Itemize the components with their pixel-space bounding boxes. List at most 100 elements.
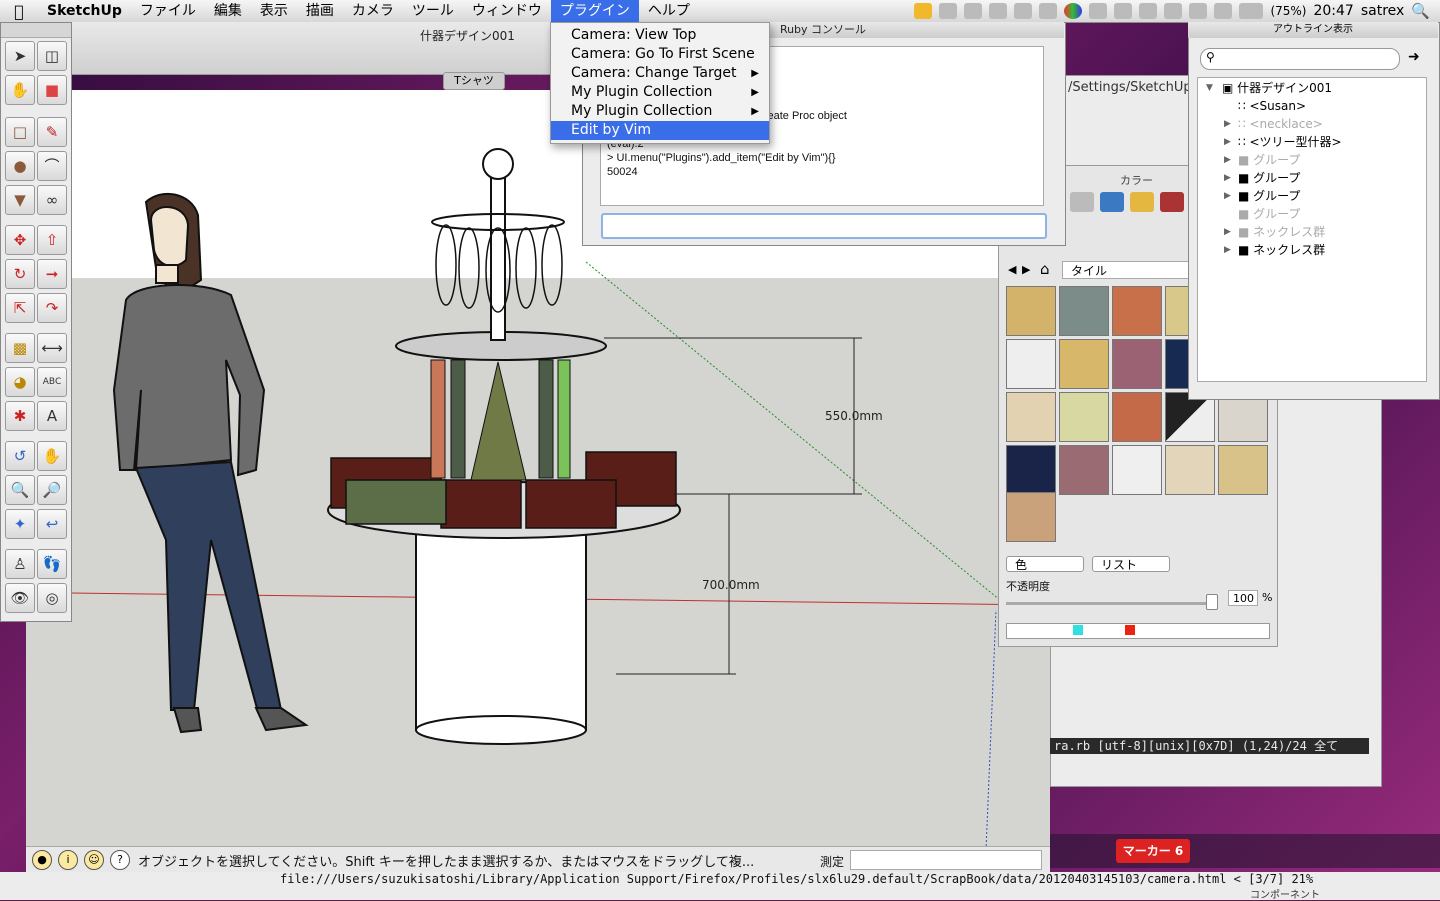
tree-row-tree-fixture[interactable]: ∷ <ツリー型什器> <box>1238 134 1342 150</box>
menu-window[interactable]: ウィンドウ <box>463 0 551 22</box>
sync-icon[interactable] <box>1114 3 1133 19</box>
warning-icon[interactable] <box>914 3 933 19</box>
tree-row-group[interactable]: ■ グループ <box>1238 188 1300 204</box>
color-mode-select[interactable]: 色 <box>1006 556 1084 572</box>
paint-bucket-icon[interactable]: ✋ <box>5 75 35 105</box>
figure-susan[interactable] <box>112 193 309 734</box>
swatch[interactable] <box>1006 392 1056 442</box>
scene-tab[interactable]: Tシャツ <box>443 72 505 90</box>
axes-tool-icon[interactable]: ✱ <box>5 401 35 431</box>
rotate-tool-icon[interactable]: ↻ <box>5 259 35 289</box>
look-around-icon[interactable]: 👁 <box>5 583 35 613</box>
make-component-icon[interactable]: ◫ <box>37 41 67 71</box>
scale-tool-icon[interactable]: ⇱ <box>5 293 35 323</box>
recent-colors[interactable] <box>1006 623 1270 639</box>
swatch[interactable] <box>1006 492 1056 542</box>
color-wheel-icon[interactable] <box>1070 192 1094 212</box>
protractor-icon[interactable]: ◕ <box>5 367 35 397</box>
dimension-upper-label[interactable]: 550.0mm <box>825 409 883 423</box>
opacity-input[interactable]: 100 <box>1228 590 1258 606</box>
follow-me-icon[interactable]: ➞ <box>37 259 67 289</box>
opacity-slider-track[interactable] <box>1006 602 1216 605</box>
zoom-icon[interactable]: 🔍 <box>5 475 35 505</box>
collapsed-triangle-icon[interactable]: ▶ <box>1224 119 1231 129</box>
bluetooth-icon[interactable] <box>1189 3 1208 19</box>
rectangle-tool-icon[interactable]: □ <box>5 117 35 147</box>
select-tool-icon[interactable]: ➤ <box>5 41 35 71</box>
arc-tool-icon[interactable]: ⌒ <box>37 151 67 181</box>
dimension-tool-icon[interactable]: ⟷ <box>37 333 67 363</box>
collapsed-triangle-icon[interactable]: ▶ <box>1224 227 1231 237</box>
menu-help[interactable]: ヘルプ <box>639 0 699 22</box>
orbit-icon[interactable]: ↺ <box>5 441 35 471</box>
walk-icon[interactable]: 👣 <box>37 549 67 579</box>
color-picker-icon[interactable] <box>1064 3 1083 19</box>
previous-view-icon[interactable]: ↩ <box>37 509 67 539</box>
tree-row-susan[interactable]: ∷ <Susan> <box>1238 98 1306 114</box>
collapsed-triangle-icon[interactable]: ▶ <box>1224 245 1231 255</box>
image-icon[interactable] <box>1100 192 1124 212</box>
menu-item-camera-view-top[interactable]: Camera: View Top <box>551 26 769 45</box>
push-pull-icon[interactable]: ⇧ <box>37 225 67 255</box>
pan-hand-icon[interactable]: ✋ <box>37 441 67 471</box>
opacity-slider-knob[interactable] <box>1206 594 1218 610</box>
home-icon[interactable]: ⌂ <box>1040 260 1050 278</box>
tape-measure-icon[interactable]: ▩ <box>5 333 35 363</box>
section-plane-icon[interactable]: ◎ <box>37 583 67 613</box>
spotlight-icon[interactable]: 🔍 <box>1411 2 1430 20</box>
swatch[interactable] <box>1059 339 1109 389</box>
swatch[interactable] <box>1112 286 1162 336</box>
brick-icon[interactable] <box>1160 192 1184 212</box>
outliner-title[interactable]: アウトライン表示 <box>1188 22 1438 38</box>
swatch[interactable] <box>1059 445 1109 495</box>
wifi-icon[interactable] <box>1214 3 1233 19</box>
polygon-tool-icon[interactable]: ▼ <box>5 185 35 215</box>
menu-camera[interactable]: カメラ <box>343 0 403 22</box>
menu-plugins[interactable]: プラグイン <box>550 0 639 22</box>
chat-icon[interactable] <box>1139 3 1158 19</box>
menu-edit[interactable]: 編集 <box>205 0 251 22</box>
swatch[interactable] <box>1059 392 1109 442</box>
swatch[interactable] <box>1165 445 1215 495</box>
circle-tool-icon[interactable]: ● <box>5 151 35 181</box>
palette-icon[interactable] <box>1130 192 1154 212</box>
swatch[interactable] <box>1112 445 1162 495</box>
ruby-console-input[interactable] <box>601 213 1047 239</box>
tree-row-necklace-group[interactable]: ■ ネックレス群 <box>1238 224 1325 240</box>
measurements-input[interactable] <box>850 850 1042 870</box>
collapsed-triangle-icon[interactable]: ▶ <box>1224 137 1231 147</box>
tree-row-necklace-group[interactable]: ■ ネックレス群 <box>1238 242 1325 258</box>
menu-app[interactable]: SketchUp <box>38 0 131 22</box>
zoom-window-icon[interactable]: 🔎 <box>37 475 67 505</box>
pencil-icon[interactable]: ✎ <box>37 117 67 147</box>
expand-triangle-icon[interactable]: ▼ <box>1206 83 1213 93</box>
collapsed-triangle-icon[interactable]: ▶ <box>1224 173 1231 183</box>
menu-item-plugin-collection-1[interactable]: My Plugin Collection ▶ <box>551 83 769 102</box>
apple-icon[interactable]:  <box>0 2 38 21</box>
swatch[interactable] <box>1112 392 1162 442</box>
palette-titlebar[interactable] <box>1 23 71 38</box>
nav-forward-icon[interactable]: ▶ <box>1022 263 1030 276</box>
offset-tool-icon[interactable]: ↷ <box>37 293 67 323</box>
menu-draw[interactable]: 描画 <box>297 0 343 22</box>
dimension-lower-label[interactable]: 700.0mm <box>702 578 760 592</box>
calendar-icon[interactable] <box>964 3 983 19</box>
recent-color-cyan[interactable] <box>1073 625 1083 635</box>
dropbox-icon[interactable] <box>939 3 958 19</box>
clock[interactable]: 20:47 <box>1313 3 1353 19</box>
gear-icon[interactable] <box>1039 3 1058 19</box>
swatch[interactable] <box>1006 286 1056 336</box>
user-icon[interactable]: ☺ <box>84 850 104 870</box>
move-tool-icon[interactable]: ✥ <box>5 225 35 255</box>
collapsed-triangle-icon[interactable]: ▶ <box>1224 191 1231 201</box>
time-machine-icon[interactable] <box>1164 3 1183 19</box>
eraser-icon[interactable]: ■ <box>37 75 67 105</box>
recent-color-red[interactable] <box>1125 625 1135 635</box>
tree-row-necklace[interactable]: ∷ <necklace> <box>1238 116 1323 132</box>
geo-location-icon[interactable]: ● <box>32 850 52 870</box>
menu-item-plugin-collection-2[interactable]: My Plugin Collection ▶ <box>551 102 769 121</box>
outliner-search-input[interactable]: ⚲ <box>1200 48 1400 70</box>
swatch[interactable] <box>1112 339 1162 389</box>
menu-item-change-target[interactable]: Camera: Change Target ▶ <box>551 64 769 83</box>
list-mode-select[interactable]: リスト <box>1092 556 1170 572</box>
